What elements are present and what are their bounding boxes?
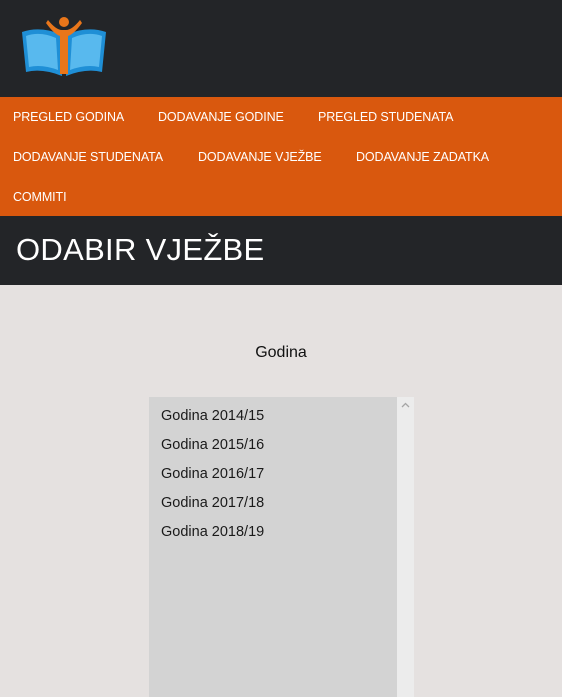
header-bar <box>0 0 562 97</box>
year-option[interactable]: Godina 2016/17 <box>161 466 264 482</box>
main-navigation: PREGLED GODINA DODAVANJE GODINE PREGLED … <box>0 97 562 216</box>
nav-pregled-godina[interactable]: PREGLED GODINA <box>13 110 124 124</box>
year-option[interactable]: Godina 2018/19 <box>161 524 264 540</box>
year-option[interactable]: Godina 2014/15 <box>161 408 264 424</box>
main-content: Godina Godina 2014/15 Godina 2015/16 God… <box>0 285 562 697</box>
title-bar: ODABIR VJEŽBE <box>0 216 562 285</box>
nav-dodavanje-studenata[interactable]: DODAVANJE STUDENATA <box>13 150 163 164</box>
year-option[interactable]: Godina 2015/16 <box>161 437 264 453</box>
nav-dodavanje-vjezbe[interactable]: DODAVANJE VJEŽBE <box>198 150 322 164</box>
listbox-scrollbar[interactable] <box>397 397 414 697</box>
year-select-label: Godina <box>255 344 307 361</box>
page-title: ODABIR VJEŽBE <box>16 232 265 267</box>
chevron-up-icon[interactable] <box>400 401 411 409</box>
year-listbox[interactable]: Godina 2014/15 Godina 2015/16 Godina 201… <box>149 397 414 697</box>
nav-dodavanje-godine[interactable]: DODAVANJE GODINE <box>158 110 284 124</box>
year-option[interactable]: Godina 2017/18 <box>161 495 264 511</box>
nav-commiti[interactable]: COMMITI <box>13 190 67 204</box>
nav-pregled-studenata[interactable]: PREGLED STUDENATA <box>318 110 453 124</box>
open-book-person-logo[interactable] <box>18 14 110 78</box>
nav-dodavanje-zadatka[interactable]: DODAVANJE ZADATKA <box>356 150 489 164</box>
